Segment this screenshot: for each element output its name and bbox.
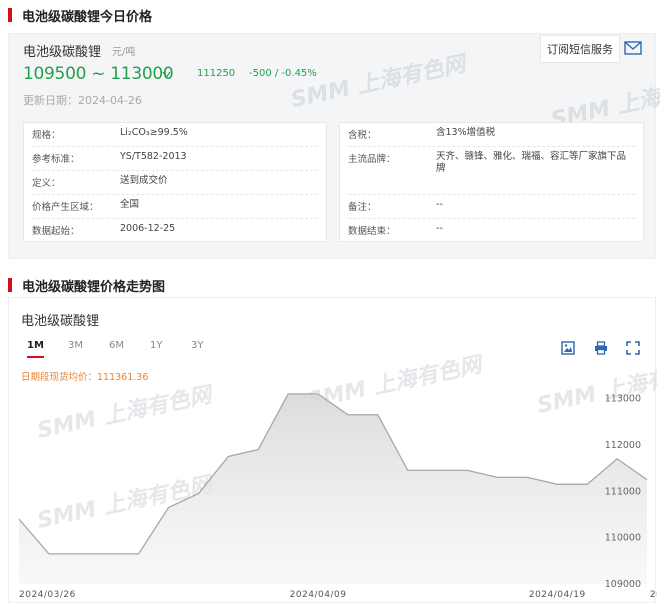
x-tick-label: 2024/03/26 xyxy=(19,590,76,600)
info-row: 定义： 送到成交价 xyxy=(32,171,318,195)
info-value: -- xyxy=(436,223,443,234)
today-section-title: 电池级碳酸锂今日价格 xyxy=(8,5,152,25)
price-card: SMM 上海有色网 SMM 上海有色网 电池级碳酸锂 元/吨 109500 ~ … xyxy=(8,33,660,259)
watermark: SMM 上海有色网 xyxy=(288,51,468,114)
section-marker xyxy=(8,278,12,292)
info-row: 主流品牌： 天齐、赣锋、雅化、瑞福、容汇等厂家旗下品牌 xyxy=(348,147,635,195)
info-row: 规格： Li₂CO₃≥99.5% xyxy=(32,123,318,147)
info-value: 天齐、赣锋、雅化、瑞福、容汇等厂家旗下品牌 xyxy=(436,151,627,174)
x-tick-label: 2024/04/19 xyxy=(529,590,586,600)
info-row: 备注： -- xyxy=(348,195,635,219)
info-row: 数据起始： 2006-12-25 xyxy=(32,219,318,243)
average-price: 111250 xyxy=(197,68,236,79)
info-value: 含13%增值税 xyxy=(436,127,496,138)
price-unit: 元/吨 xyxy=(112,47,136,58)
info-label: 数据起始： xyxy=(32,226,80,237)
info-row: 数据结束： -- xyxy=(348,219,635,243)
product-name: 电池级碳酸锂 xyxy=(23,45,102,60)
chart-watermark: SMM 上海有色网 xyxy=(535,356,657,419)
info-value: 全国 xyxy=(120,199,140,210)
price-separator: ~ xyxy=(91,64,106,84)
price-low: 109500 xyxy=(23,64,87,84)
x-tick-label: 2024/04/26 xyxy=(650,590,657,600)
mail-icon[interactable] xyxy=(624,40,642,55)
info-row: 价格产生区域： 全国 xyxy=(32,195,318,219)
section-marker xyxy=(8,8,12,22)
y-tick-label: 111000 xyxy=(605,486,641,497)
x-tick-label: 2024/04/09 xyxy=(290,590,347,600)
update-value: 2024-04-26 xyxy=(78,94,142,107)
info-label: 数据结束： xyxy=(348,226,396,237)
price-trend-chart: SMM 上海有色网 SMM 上海有色网SMM 上海有色网SMM 上海有色网1090… xyxy=(18,351,657,600)
update-date: 更新日期：2024-04-26 xyxy=(23,92,142,108)
info-row: 参考标准： YS/T582-2013 xyxy=(32,147,318,171)
price-range: 109500 ~ 113000 xyxy=(23,64,174,84)
update-label: 更新日期： xyxy=(23,94,78,107)
down-arrow-icon xyxy=(162,71,171,82)
chart-watermark: SMM 上海有色网 xyxy=(35,381,217,444)
info-value: Li₂CO₃≥99.5% xyxy=(120,127,188,138)
info-value: -- xyxy=(436,199,443,210)
y-tick-label: 109000 xyxy=(605,579,641,590)
y-tick-label: 110000 xyxy=(605,533,641,544)
info-row: 含税： 含13%增值税 xyxy=(348,123,635,147)
subscribe-sms-button[interactable]: 订阅短信服务 xyxy=(540,35,620,63)
info-label: 参考标准： xyxy=(32,154,80,165)
info-value: YS/T582-2013 xyxy=(120,151,187,162)
info-label: 主流品牌： xyxy=(348,154,396,165)
today-section-title-text: 电池级碳酸锂今日价格 xyxy=(22,9,153,25)
trend-section-title-text: 电池级碳酸锂价格走势图 xyxy=(22,279,166,295)
y-tick-label: 113000 xyxy=(605,394,641,405)
trend-section-title: 电池级碳酸锂价格走势图 xyxy=(8,275,165,295)
price-change: -500 / -0.45% xyxy=(249,68,317,79)
chart-panel: 电池级碳酸锂 1M 3M 6M 1Y 3Y 日期段现货均价：111361.36 … xyxy=(8,297,657,603)
info-table-left: 规格： Li₂CO₃≥99.5% 参考标准： YS/T582-2013 定义： … xyxy=(23,122,327,242)
info-label: 备注： xyxy=(348,202,377,213)
info-table-right: 含税： 含13%增值税 主流品牌： 天齐、赣锋、雅化、瑞福、容汇等厂家旗下品牌 … xyxy=(339,122,644,242)
info-label: 定义： xyxy=(32,178,61,189)
info-label: 含税： xyxy=(348,130,377,141)
y-tick-label: 112000 xyxy=(605,440,641,451)
info-label: 价格产生区域： xyxy=(32,202,99,213)
info-label: 规格： xyxy=(32,130,61,141)
info-value: 2006-12-25 xyxy=(120,223,176,234)
info-value: 送到成交价 xyxy=(120,175,168,186)
